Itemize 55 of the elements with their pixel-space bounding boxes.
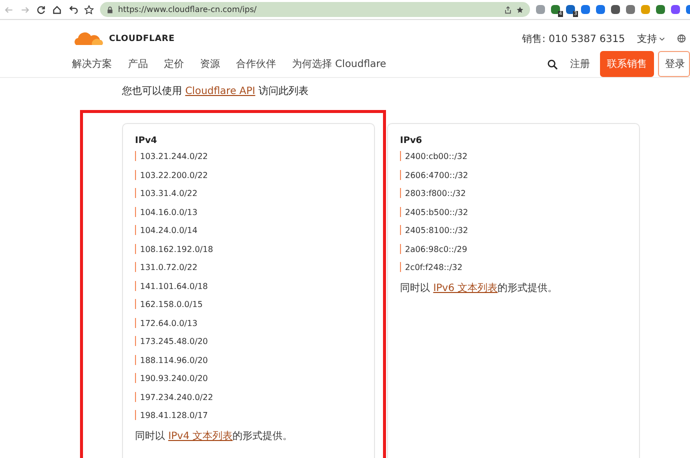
- address-bar[interactable]: https://www.cloudflare-cn.com/ips/: [100, 2, 530, 17]
- lock-icon: [106, 6, 114, 14]
- nav-link[interactable]: 产品: [128, 57, 148, 71]
- ip-range: 162.158.0.0/15: [135, 299, 362, 309]
- api-link[interactable]: Cloudflare API: [185, 86, 256, 97]
- nav-link[interactable]: 资源: [200, 57, 220, 71]
- text-list-note: 同时以 IPv6 文本列表的形式提供。: [400, 282, 559, 294]
- ip-range: 141.101.64.0/18: [135, 280, 362, 290]
- login-button[interactable]: 登录: [658, 51, 690, 77]
- ip-range: 103.21.244.0/22: [135, 151, 362, 161]
- nav-link[interactable]: 为何选择 Cloudflare: [292, 57, 386, 71]
- globe-icon[interactable]: [677, 34, 686, 43]
- ip-range: 131.0.72.0/22: [135, 262, 362, 272]
- search-icon[interactable]: [547, 58, 558, 70]
- star-icon[interactable]: [84, 4, 94, 14]
- ip-range: 104.24.0.0/14: [135, 225, 362, 235]
- signup-link[interactable]: 注册: [570, 57, 590, 71]
- ip-range: 2400:cb00::/32: [400, 151, 627, 161]
- star-icon[interactable]: [516, 6, 524, 14]
- ip-range: 198.41.128.0/17: [135, 410, 362, 420]
- ip-range: 173.245.48.0/20: [135, 336, 362, 346]
- card-title: IPv6: [400, 136, 424, 146]
- cloudflare-logo[interactable]: CLOUDFLARE: [72, 32, 175, 46]
- cloud-icon: [72, 32, 106, 46]
- text-list-link[interactable]: IPv6 文本列表: [433, 282, 498, 294]
- url-text: https://www.cloudflare-cn.com/ips/: [118, 5, 257, 14]
- reload-icon[interactable]: [36, 4, 46, 14]
- ip-range: 2405:b500::/32: [400, 206, 627, 216]
- ip-range: 188.114.96.0/20: [135, 354, 362, 364]
- ip-range: 172.64.0.0/13: [135, 318, 362, 328]
- ip-range: 108.162.192.0/18: [135, 244, 362, 254]
- support-menu[interactable]: 支持: [637, 32, 657, 46]
- ip-range: 197.234.240.0/22: [135, 392, 362, 402]
- nav-link[interactable]: 定价: [164, 57, 184, 71]
- ip-range: 2c0f:f248::/32: [400, 262, 627, 272]
- ip-range: 103.31.4.0/22: [135, 188, 362, 198]
- ip-range: 2a06:98c0::/29: [400, 244, 627, 254]
- undo-icon[interactable]: [68, 4, 78, 14]
- ip-range: 104.16.0.0/13: [135, 206, 362, 216]
- text-list-link[interactable]: IPv4 文本列表: [168, 430, 233, 442]
- nav-link[interactable]: 合作伙伴: [236, 57, 276, 71]
- card-title: IPv4: [135, 136, 158, 146]
- ip-range: 2405:8100::/32: [400, 225, 627, 235]
- caret-icon[interactable]: [659, 36, 665, 40]
- ip-range: 2803:f800::/32: [400, 188, 627, 198]
- logo-text: CLOUDFLARE: [109, 34, 175, 44]
- sales-phone: 销售: 010 5387 6315: [522, 32, 625, 46]
- ip-range: 2606:4700::/32: [400, 170, 627, 180]
- ip-range: 190.93.240.0/20: [135, 373, 362, 383]
- ip-range: 103.22.200.0/22: [135, 170, 362, 180]
- share-icon[interactable]: [504, 6, 512, 14]
- nav-link[interactable]: 解决方案: [72, 57, 112, 71]
- api-note: 您也可以使用 Cloudflare API 访问此列表: [122, 84, 310, 98]
- text-list-note: 同时以 IPv4 文本列表的形式提供。: [135, 430, 294, 442]
- home-icon[interactable]: [52, 4, 62, 14]
